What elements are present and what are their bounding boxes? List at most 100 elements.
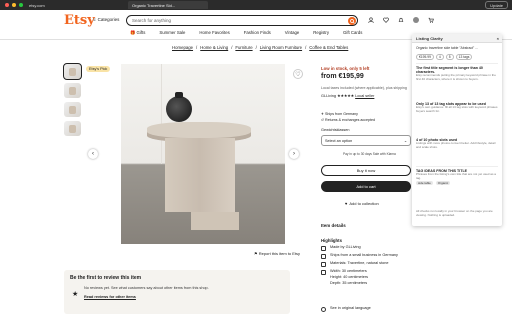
tags-chip: 13 tags <box>455 54 473 60</box>
option-select[interactable]: Select an option ⌄ <box>321 135 411 146</box>
prev-image-button[interactable]: ‹ <box>88 149 98 159</box>
breadcrumb-living-room[interactable]: Living Room Furniture <box>260 45 302 50</box>
divider <box>416 63 498 64</box>
add-to-cart-button[interactable]: Add to cart <box>321 181 411 192</box>
reviews-section: Be the first to review this item ★ No re… <box>64 270 290 314</box>
stock-notice: Low in stock, only 5 left <box>321 66 370 71</box>
heart-icon[interactable] <box>383 17 389 23</box>
divider <box>416 166 498 167</box>
maximize-window-dot[interactable] <box>19 3 23 7</box>
categories-button[interactable]: ≡ Categories <box>93 17 119 22</box>
maker-icon <box>321 245 326 251</box>
listing-clarity-panel: Listing Clarity × Organic travertine sid… <box>412 34 502 226</box>
address-bar-url[interactable]: etsy.com <box>29 3 45 8</box>
check-body: Listings with more photos convert better… <box>416 141 496 149</box>
highlight-item: Depth: 35 centimeters <box>330 281 367 285</box>
highlight-item: Height: 40 centimeters <box>330 275 368 279</box>
breadcrumb: Homepage / Home & Living / Furniture / Livi… <box>172 45 348 50</box>
thumbnail[interactable] <box>64 83 81 98</box>
shop-icon <box>321 253 326 259</box>
close-icon[interactable]: × <box>497 36 499 41</box>
stat-chip: 4 <box>435 54 444 60</box>
table-top-shape <box>147 122 251 138</box>
category-nav: 🎁 Gifts Summer Sale Home Favorites Fashi… <box>130 30 362 38</box>
tag-idea-button[interactable]: side table <box>416 180 433 185</box>
breadcrumb-furniture[interactable]: Furniture <box>235 45 252 50</box>
shop-name[interactable]: GLLiving <box>321 94 336 98</box>
nav-item-gift-cards[interactable]: Gift Cards <box>343 30 362 38</box>
cart-icon[interactable] <box>428 17 434 23</box>
etsys-pick-badge: Etsy's Pick <box>86 66 111 72</box>
klarna-note: Pay in up to 30 days Sale with Klarna <box>343 152 396 156</box>
listing-clarity-header: Listing Clarity × <box>412 34 502 43</box>
breadcrumb-separator: / <box>196 45 198 50</box>
panel-footer: All checks run locally in your browser o… <box>416 209 498 218</box>
user-icon[interactable] <box>368 17 374 23</box>
see-original-language-link[interactable]: See in original language <box>321 306 371 312</box>
heart-icon: ♥ <box>345 201 348 206</box>
check-body: Etsy recommends putting the primary keyw… <box>416 73 496 81</box>
breadcrumb-home-living[interactable]: Home & Living <box>200 45 228 50</box>
bell-icon[interactable] <box>398 17 404 23</box>
add-to-collection-label: Add to collection <box>349 201 379 206</box>
nav-item-gifts[interactable]: 🎁 Gifts <box>130 30 145 38</box>
tag-idea-button[interactable]: Organic <box>435 180 451 185</box>
clarity-check: The first title segment is longer than 4… <box>416 66 498 82</box>
globe-icon <box>321 306 326 312</box>
check-body: Etsy's own guidance: fill all 13 tag slo… <box>416 105 498 113</box>
nav-item-vintage[interactable]: Vintage <box>285 30 300 38</box>
listing-clarity-title: Listing Clarity <box>416 35 443 41</box>
thumbnail-image <box>69 125 76 133</box>
add-to-collection-button[interactable]: ♥ Add to collection <box>345 201 379 206</box>
close-window-dot[interactable] <box>5 3 9 7</box>
browser-tab[interactable]: Organic Travertine Sid... <box>128 1 208 9</box>
table-base-shape <box>191 212 239 230</box>
product-main-image[interactable] <box>121 64 285 244</box>
report-item-link[interactable]: ⚑ Report this item to Etsy <box>254 251 300 256</box>
nav-item-registry[interactable]: Registry <box>313 30 329 38</box>
price: from €195,99 <box>321 73 364 80</box>
nav-item-summer-sale[interactable]: Summer Sale <box>159 30 185 38</box>
etsy-logo[interactable]: Etsy <box>64 13 95 28</box>
thumbnail-image <box>69 106 76 114</box>
tag-ideas-body: Phrases from the listing's own title tha… <box>416 172 496 180</box>
clarity-check: Only 13 of 13 tag slots appear to be use… <box>416 102 498 114</box>
search-input[interactable]: Search for anything <box>126 15 358 26</box>
avatar[interactable] <box>413 17 419 23</box>
star-icon: ★ <box>72 291 79 298</box>
update-button[interactable]: Update <box>485 1 508 9</box>
highlight-item: Ships from a small business in Germany <box>321 253 398 259</box>
vase-shape <box>166 92 192 122</box>
search-icon <box>349 18 355 24</box>
thumbnail-strip <box>63 63 82 136</box>
favorite-button[interactable]: ♡ <box>293 69 303 79</box>
thumbnail[interactable] <box>64 102 81 117</box>
menu-icon: ≡ <box>93 17 96 22</box>
shop-info: GLLiving ★★★★★ Local seller <box>321 93 374 98</box>
nav-item-home-favorites[interactable]: Home Favorites <box>199 30 229 38</box>
breadcrumb-coffee-end-tables[interactable]: Coffee & End Tables <box>309 45 348 50</box>
nav-item-label: Gifts <box>136 30 146 35</box>
thumbnail[interactable] <box>64 121 81 136</box>
buy-now-button[interactable]: Buy it now <box>321 165 411 176</box>
tag-ideas: TAG IDEAS FROM THIS TITLE Phrases from t… <box>416 169 498 185</box>
clarity-check: 4 of 10 photo slots used Listings with m… <box>416 138 498 150</box>
breadcrumb-homepage[interactable]: Homepage <box>172 45 193 50</box>
nav-item-fashion-finds[interactable]: Fashion Finds <box>244 30 271 38</box>
minimize-window-dot[interactable] <box>12 3 16 7</box>
reviews-title: Be the first to review this item <box>70 275 142 281</box>
highlight-text: Made by GLLiving <box>330 245 361 249</box>
highlight-text: Width: 30 centimeters <box>330 269 367 273</box>
breadcrumb-separator: / <box>255 45 257 50</box>
browser-tab-title: Organic Travertine Sid... <box>132 2 176 8</box>
chevron-down-icon: ⌄ <box>403 139 407 143</box>
table-leg-shape <box>165 138 235 212</box>
item-details-heading[interactable]: Item details <box>321 223 346 228</box>
highlights-heading: Highlights <box>321 238 343 243</box>
thumbnail[interactable] <box>63 63 82 80</box>
highlight-text: Height: 40 centimeters <box>330 275 368 279</box>
tax-note: Local taxes included (where applicable),… <box>321 86 407 90</box>
search-button[interactable] <box>348 17 356 25</box>
read-reviews-link[interactable]: Read reviews for other items <box>84 295 136 299</box>
next-image-button[interactable]: › <box>289 149 299 159</box>
